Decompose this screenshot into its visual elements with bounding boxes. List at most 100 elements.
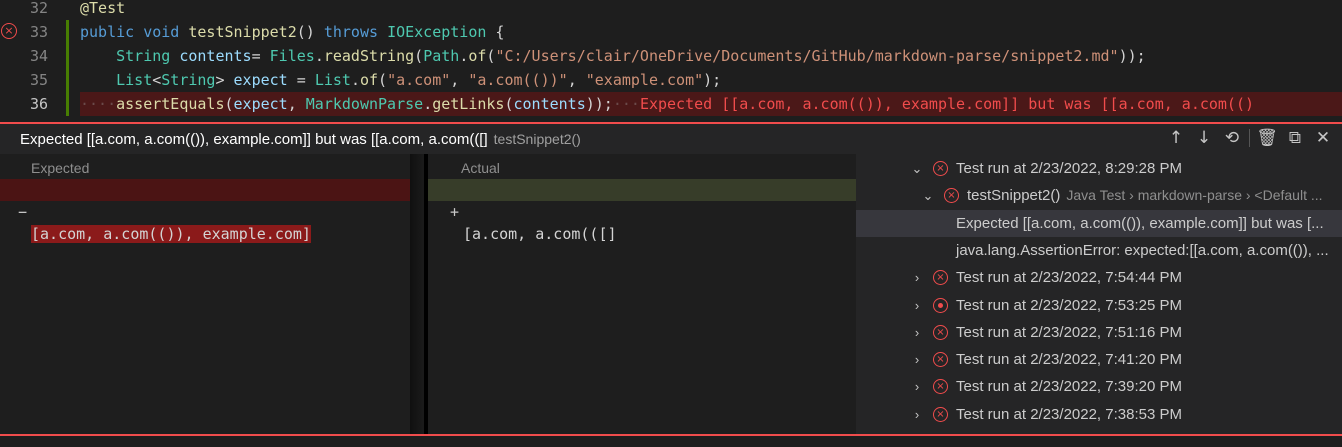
code-token: List — [314, 71, 351, 89]
chevron-right-icon[interactable]: › — [910, 264, 924, 291]
code-token: ··· — [612, 95, 640, 113]
code-token: "a.com" — [387, 71, 451, 89]
line-number: 33 — [29, 23, 48, 41]
peek-toolbar: ↑ ↓ ⟲ 🗑 ⧉ ✕ — [1165, 127, 1334, 149]
open-in-editor-icon[interactable]: ⧉ — [1284, 127, 1306, 149]
chevron-down-icon[interactable]: ⌄ — [910, 155, 924, 182]
code-token: contents — [179, 47, 252, 65]
git-change-bar[interactable] — [66, 92, 69, 116]
code-token: ( — [504, 95, 514, 113]
tree-item-text: Test run at 2/23/2022, 7:41:20 PM — [956, 351, 1182, 369]
actual-pane[interactable]: Actual + [a.com, a.com(([] — [428, 154, 856, 434]
test-run-item[interactable]: › × Test run at 2/23/2022, 7:41:20 PM — [856, 346, 1342, 373]
code-token: ···· — [80, 95, 117, 113]
expected-label: Expected — [31, 160, 90, 176]
test-results-tree[interactable]: ⌄ × Test run at 2/23/2022, 8:29:28 PM ⌄ × tes… — [856, 154, 1342, 434]
tree-item-text: Test run at 2/23/2022, 7:38:53 PM — [956, 405, 1182, 423]
code-token: "a.com(())" — [468, 71, 568, 89]
test-failed-icon: × — [933, 270, 948, 286]
error-gutter-icon[interactable]: × — [1, 23, 17, 39]
tree-item-text: Test run at 2/23/2022, 8:29:28 PM — [956, 160, 1182, 177]
git-change-bar[interactable] — [66, 44, 69, 68]
test-run-item[interactable]: › × Test run at 2/23/2022, 7:51:16 PM — [856, 319, 1342, 346]
close-icon[interactable]: ✕ — [1312, 127, 1334, 149]
history-icon[interactable]: ⟲ — [1221, 127, 1243, 149]
test-run-item[interactable]: › × Test run at 2/23/2022, 7:54:44 PM — [856, 264, 1342, 291]
expected-pane[interactable]: Expected − [a.com, a.com(()), example.co… — [0, 154, 410, 434]
code-text: @Test — [80, 0, 125, 20]
code-token: assertEquals — [116, 95, 225, 113]
chevron-right-icon[interactable]: › — [910, 346, 924, 373]
code-token: )); — [1118, 47, 1146, 65]
expected-value-text: [a.com, a.com(()), example.com] — [31, 225, 311, 243]
delete-icon[interactable]: 🗑 — [1256, 127, 1278, 149]
test-message-item[interactable]: java.lang.AssertionError: expected:[[a.c… — [856, 237, 1342, 264]
test-run-item[interactable]: › × Test run at 2/23/2022, 7:38:53 PM — [856, 401, 1342, 428]
tree-item-label: Test run at 2/23/2022, 7:38:53 PM — [956, 401, 1182, 428]
chevron-right-icon[interactable]: › — [910, 401, 924, 428]
tree-item-text: Expected [[a.com, a.com(()), example.com… — [956, 214, 1324, 232]
actual-value: [a.com, a.com(([] — [463, 225, 617, 243]
tree-item-label: Test run at 2/23/2022, 7:54:44 PM — [956, 264, 1182, 291]
code-token: expect — [233, 71, 288, 89]
peek-error-message: Expected [[a.com, a.com(()), example.com… — [20, 131, 488, 148]
code-token: String — [116, 47, 171, 65]
test-run-item[interactable]: › Test run at 2/23/2022, 7:53:25 PM — [856, 292, 1342, 319]
tree-item-label: Test run at 2/23/2022, 7:53:25 PM — [956, 292, 1182, 319]
removed-line[interactable]: − [a.com, a.com(()), example.com] — [0, 179, 410, 243]
code-line[interactable]: 35 List<String> expect = List.of("a.com"… — [0, 68, 1342, 92]
code-token: Path — [423, 47, 460, 65]
test-run-item[interactable]: › × Test run at 2/23/2022, 7:39:20 PM — [856, 373, 1342, 400]
code-token: void — [143, 23, 180, 41]
code-token: Files — [269, 47, 315, 65]
code-token: MarkdownParse — [305, 95, 424, 113]
test-peek-header: Expected [[a.com, a.com(()), example.com… — [0, 124, 1342, 154]
chevron-right-icon[interactable]: › — [910, 292, 924, 319]
chevron-right-icon[interactable]: › — [910, 373, 924, 400]
code-token: of — [359, 71, 379, 89]
test-failed-icon: × — [933, 406, 948, 422]
code-editor[interactable]: 32 @Test × 33 public void testSnippet2() thr… — [0, 0, 1342, 122]
code-line[interactable]: × 33 public void testSnippet2() throws IOE… — [0, 20, 1342, 44]
pane-divider[interactable] — [410, 154, 428, 434]
code-token: , — [450, 71, 469, 89]
tree-item-text: Test run at 2/23/2022, 7:54:44 PM — [956, 269, 1182, 287]
code-token: ); — [703, 71, 722, 89]
line-number: 32 — [29, 0, 48, 17]
chevron-down-icon[interactable]: ⌄ — [921, 182, 935, 209]
line-number: 34 — [29, 47, 48, 65]
tree-item-label: Test run at 2/23/2022, 8:29:28 PM — [956, 155, 1182, 182]
code-token: @Test — [80, 0, 126, 17]
code-token: contents — [513, 95, 586, 113]
code-token: = — [287, 71, 315, 89]
test-case-item[interactable]: ⌄ × testSnippet2() Java Test › markdown-par… — [856, 182, 1342, 209]
code-token: , — [287, 95, 306, 113]
code-token: String — [161, 71, 216, 89]
test-message-item[interactable]: Expected [[a.com, a.com(()), example.com… — [856, 209, 1342, 237]
code-token: . — [314, 47, 324, 65]
code-token: { — [486, 23, 505, 41]
git-change-bar[interactable] — [66, 20, 69, 44]
tree-item-label: java.lang.AssertionError: expected:[[a.c… — [956, 237, 1329, 264]
code-token: throws — [323, 23, 379, 41]
code-token: )); — [585, 95, 613, 113]
added-line[interactable]: + [a.com, a.com(([] — [428, 179, 856, 243]
code-token: expect — [233, 95, 288, 113]
test-failed-icon: × — [944, 188, 959, 204]
next-error-icon[interactable]: ↓ — [1193, 127, 1215, 149]
git-change-bar[interactable] — [66, 68, 69, 92]
test-run-item[interactable]: ⌄ × Test run at 2/23/2022, 8:29:28 PM — [856, 155, 1342, 182]
previous-error-icon[interactable]: ↑ — [1165, 127, 1187, 149]
code-token: "C:/Users/clair/OneDrive/Documents/GitHu… — [495, 47, 1119, 65]
code-token: public — [80, 23, 135, 41]
actual-label: Actual — [461, 160, 500, 176]
code-line[interactable]: 34 String contents= Files.readString(Pat… — [0, 44, 1342, 68]
editor-bottom — [0, 436, 1342, 447]
code-line[interactable]: 36 ····assertEquals(expect, MarkdownParse… — [0, 92, 1342, 116]
code-line[interactable]: 32 @Test — [0, 0, 1342, 20]
chevron-right-icon[interactable]: › — [910, 319, 924, 346]
